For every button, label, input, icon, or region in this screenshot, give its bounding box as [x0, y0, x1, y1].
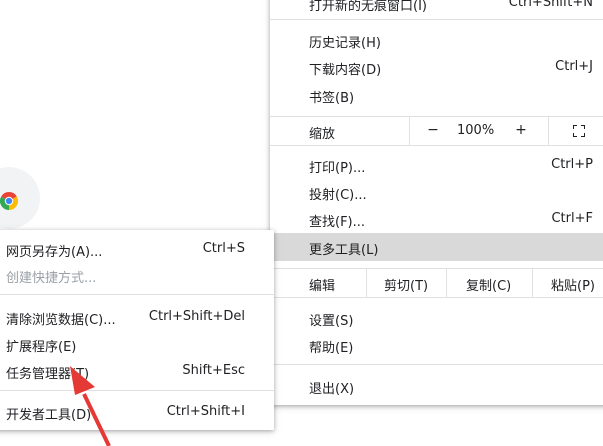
- menu-item-history[interactable]: 历史记录(H): [270, 27, 603, 53]
- paste-button[interactable]: 粘贴(P): [551, 275, 595, 294]
- submenu-item-extensions[interactable]: 扩展程序(E): [0, 331, 274, 357]
- menu-item-label: 下载内容(D): [309, 63, 382, 78]
- menu-item-label: 打印(P)...: [309, 161, 366, 176]
- zoom-in-button[interactable]: +: [513, 122, 529, 138]
- submenu-item-developer-tools[interactable]: 开发者工具(D) Ctrl+Shift+I: [0, 399, 274, 425]
- menu-item-label: 设置(S): [309, 314, 354, 329]
- menu-item-more-tools[interactable]: 更多工具(L): [270, 233, 603, 261]
- chrome-main-menu: 打开新的无痕窗口(I) Ctrl+Shift+N 历史记录(H) 下载内容(D)…: [270, 0, 603, 405]
- submenu-item-shortcut: Ctrl+Shift+Del: [148, 309, 245, 324]
- menu-item-shortcut: Ctrl+F: [551, 211, 593, 226]
- zoom-out-button[interactable]: −: [425, 122, 441, 138]
- zoom-divider: [548, 117, 549, 145]
- menu-item-cast[interactable]: 投射(C)...: [270, 179, 603, 205]
- submenu-item-task-manager[interactable]: 任务管理器(T) Shift+Esc: [0, 358, 274, 384]
- menu-item-find[interactable]: 查找(F)... Ctrl+F: [270, 206, 603, 232]
- submenu-item-shortcut: Ctrl+S: [202, 241, 245, 256]
- menu-separator: [270, 145, 603, 146]
- menu-item-settings[interactable]: 设置(S): [270, 305, 603, 331]
- edit-label: 编辑: [309, 279, 336, 294]
- menu-item-new-incognito-window[interactable]: 打开新的无痕窗口(I) Ctrl+Shift+N: [270, 0, 603, 16]
- zoom-level: 100%: [457, 123, 495, 138]
- submenu-item-label: 创建快捷方式...: [6, 271, 97, 286]
- menu-item-label: 历史记录(H): [309, 36, 381, 51]
- edit-divider: [366, 269, 367, 297]
- chrome-logo-icon: [0, 192, 18, 210]
- chrome-shortcut-tile[interactable]: [0, 167, 40, 229]
- menu-separator: [270, 19, 603, 20]
- submenu-item-shortcut: Ctrl+Shift+I: [166, 404, 245, 419]
- submenu-item-create-shortcut: 创建快捷方式...: [0, 262, 274, 288]
- menu-item-shortcut: Ctrl+P: [551, 157, 593, 172]
- copy-button[interactable]: 复制(C): [466, 275, 511, 294]
- menu-separator: [270, 297, 603, 298]
- submenu-item-label: 任务管理器(T): [6, 367, 90, 382]
- menu-item-label: 更多工具(L): [309, 243, 379, 258]
- submenu-item-label: 网页另存为(A)...: [6, 245, 103, 260]
- submenu-item-save-page[interactable]: 网页另存为(A)... Ctrl+S: [0, 236, 274, 262]
- submenu-separator: [0, 294, 274, 295]
- submenu-item-label: 扩展程序(E): [6, 340, 77, 355]
- zoom-label: 缩放: [309, 127, 336, 142]
- menu-item-label: 投射(C)...: [309, 188, 367, 203]
- cut-button[interactable]: 剪切(T): [384, 275, 428, 294]
- edit-divider: [446, 269, 447, 297]
- menu-item-exit[interactable]: 退出(X): [270, 373, 603, 399]
- submenu-item-shortcut: Shift+Esc: [182, 363, 245, 378]
- menu-item-shortcut: Ctrl+J: [555, 59, 593, 74]
- submenu-separator: [0, 390, 274, 391]
- menu-item-label: 查找(F)...: [309, 215, 366, 230]
- menu-item-label: 打开新的无痕窗口(I): [309, 0, 427, 14]
- edit-divider: [532, 269, 533, 297]
- menu-separator: [270, 364, 603, 365]
- menu-item-label: 退出(X): [309, 382, 355, 397]
- menu-item-help[interactable]: 帮助(E): [270, 332, 603, 358]
- menu-item-label: 帮助(E): [309, 341, 354, 356]
- zoom-row: 缩放 − 100% +: [270, 117, 603, 145]
- menu-item-downloads[interactable]: 下载内容(D) Ctrl+J: [270, 54, 603, 80]
- menu-item-bookmarks[interactable]: 书签(B): [270, 82, 603, 108]
- menu-item-label: 书签(B): [309, 91, 355, 106]
- submenu-item-clear-browsing-data[interactable]: 清除浏览数据(C)... Ctrl+Shift+Del: [0, 304, 274, 330]
- menu-item-print[interactable]: 打印(P)... Ctrl+P: [270, 152, 603, 178]
- zoom-divider: [409, 117, 410, 145]
- submenu-item-label: 开发者工具(D): [6, 408, 92, 423]
- menu-item-shortcut: Ctrl+Shift+N: [508, 0, 593, 10]
- more-tools-submenu: 网页另存为(A)... Ctrl+S 创建快捷方式... 清除浏览数据(C)..…: [0, 230, 274, 430]
- edit-row: 编辑 剪切(T) 复制(C) 粘贴(P): [270, 269, 603, 297]
- submenu-item-label: 清除浏览数据(C)...: [6, 313, 116, 328]
- fullscreen-icon[interactable]: [573, 125, 585, 137]
